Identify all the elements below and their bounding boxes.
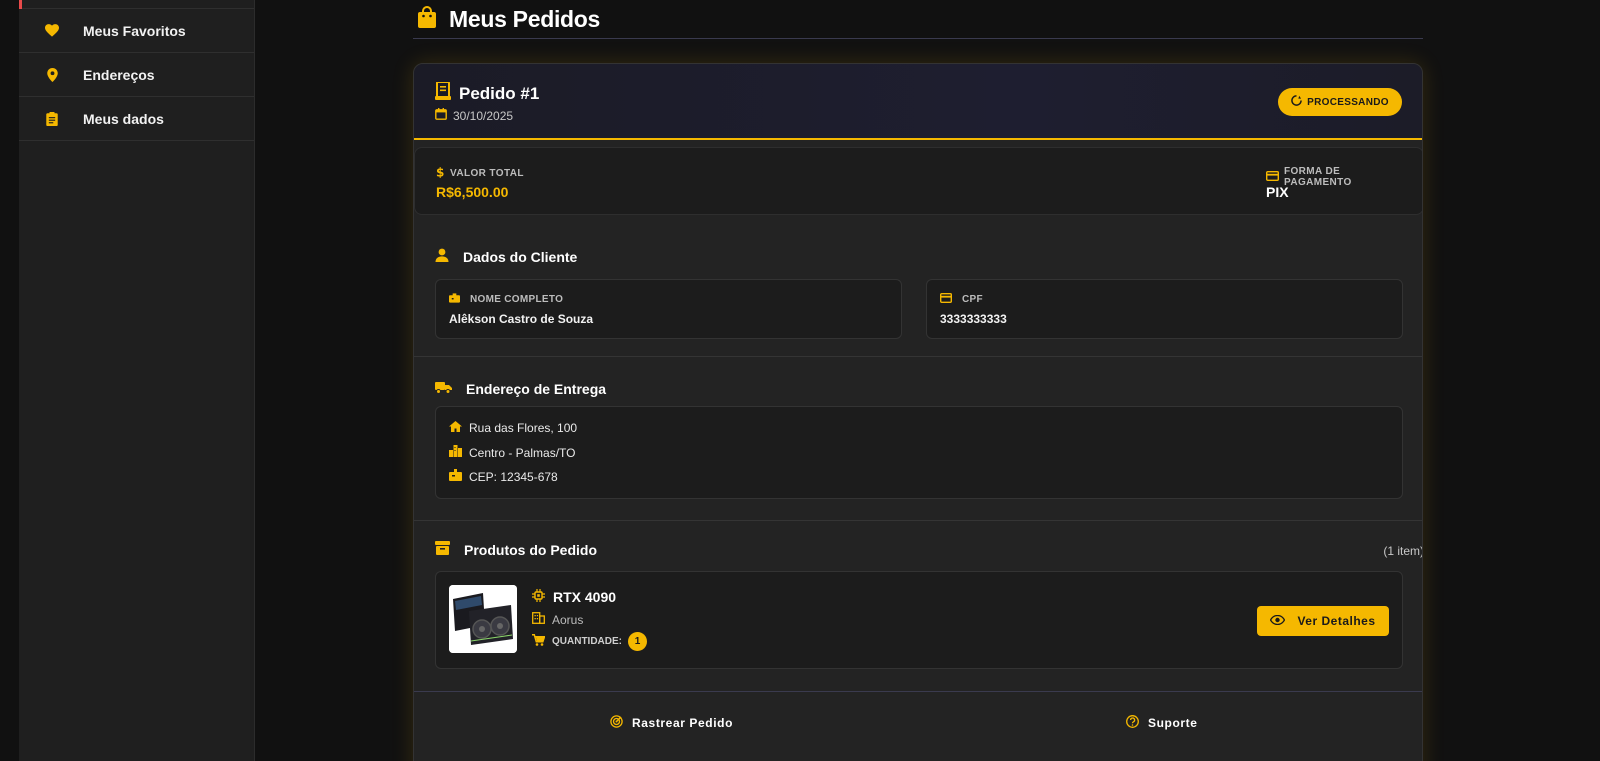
sidebar-item-favoritos[interactable]: Meus Favoritos [19,9,254,53]
chip-icon [532,589,545,605]
sidebar: Meus Favoritos Endereços Meus dados [19,0,255,761]
sidebar-item-label: Meus dados [83,110,164,127]
user-icon [435,248,449,265]
order-title: Pedido #1 [435,81,539,105]
track-order-button[interactable]: Rastrear Pedido [610,715,733,731]
total-label: $ VALOR TOTAL [436,166,524,181]
cart-icon [532,634,546,649]
cpf-label: CPF [939,292,983,306]
calendar-icon [435,108,447,123]
cpf-field: CPF 3333333333 [926,279,1403,339]
svg-text:$: $ [436,166,444,178]
help-circle-icon [1126,715,1139,731]
id-badge-icon [449,293,460,306]
order-date: 30/10/2025 [435,108,513,123]
archive-box-icon [435,541,450,558]
name-label: NOME COMPLETO [449,293,563,306]
eye-icon [1270,614,1286,628]
dollar-icon: $ [436,166,444,181]
sidebar-item-label: Endereços [83,66,155,83]
radar-icon [610,715,623,731]
customer-section-title: Dados do Cliente [435,248,577,265]
credit-card-icon [1265,170,1280,184]
address-zip: CEP: 12345-678 [449,469,558,484]
product-brand: Aorus [532,612,583,627]
cpf-value: 3333333333 [940,312,1007,326]
product-name: RTX 4090 [532,589,616,605]
sidebar-item-label: Meus Favoritos [83,22,186,39]
view-details-button[interactable]: Ver Detalhes [1257,606,1389,636]
product-card: RTX 4090 Aorus QUANTIDADE: 1 Ver Detalhe… [435,571,1403,669]
status-badge: PROCESSANDO [1278,88,1402,116]
product-image[interactable] [449,585,517,653]
order-header: Pedido #1 30/10/2025 PROCESSANDO [414,64,1422,140]
delivery-section-title: Endereço de Entrega [435,381,606,397]
spinner-icon [1291,95,1302,109]
sidebar-item-enderecos[interactable]: Endereços [19,53,254,97]
address-street: Rua das Flores, 100 [449,421,577,435]
heart-icon [19,24,83,37]
sidebar-divider [19,0,254,9]
active-indicator [19,0,22,9]
address-district: Centro - Palmas/TO [449,445,575,460]
page-header: Meus Pedidos [413,0,1423,39]
total-value: R$6,500.00 [436,184,509,200]
support-button[interactable]: Suporte [1126,715,1198,731]
sidebar-item-meus-dados[interactable]: Meus dados [19,97,254,141]
payment-value: PIX [1266,184,1289,200]
clipboard-icon [19,111,83,126]
name-value: Alêkson Castro de Souza [449,312,594,326]
product-count: (1 item) [1383,544,1423,558]
section-divider [414,520,1422,521]
product-quantity: QUANTIDADE: 1 [532,632,647,651]
map-pin-icon [19,67,83,82]
shopping-bag-icon [417,5,437,33]
main-content: Meus Pedidos Pedido #1 30/10/2025 PROCES… [413,0,1423,761]
page-title: Meus Pedidos [449,5,601,32]
quantity-badge: 1 [628,632,647,651]
id-card-icon [939,292,953,306]
order-actions: Rastrear Pedido Suporte [414,691,1422,751]
building-icon [532,612,545,627]
order-summary: $ VALOR TOTAL R$6,500.00 FORMA DE PAGAME… [414,147,1422,215]
name-field: NOME COMPLETO Alêkson Castro de Souza [435,279,902,339]
section-divider [414,356,1422,357]
city-icon [449,445,462,460]
mailbox-icon [449,469,462,484]
receipt-icon [435,81,451,105]
home-icon [449,421,462,435]
products-section-title: Produtos do Pedido [435,541,597,558]
truck-icon [435,381,452,397]
order-card: Pedido #1 30/10/2025 PROCESSANDO $ VALOR… [413,63,1423,761]
address-box: Rua das Flores, 100 Centro - Palmas/TO C… [435,406,1403,499]
